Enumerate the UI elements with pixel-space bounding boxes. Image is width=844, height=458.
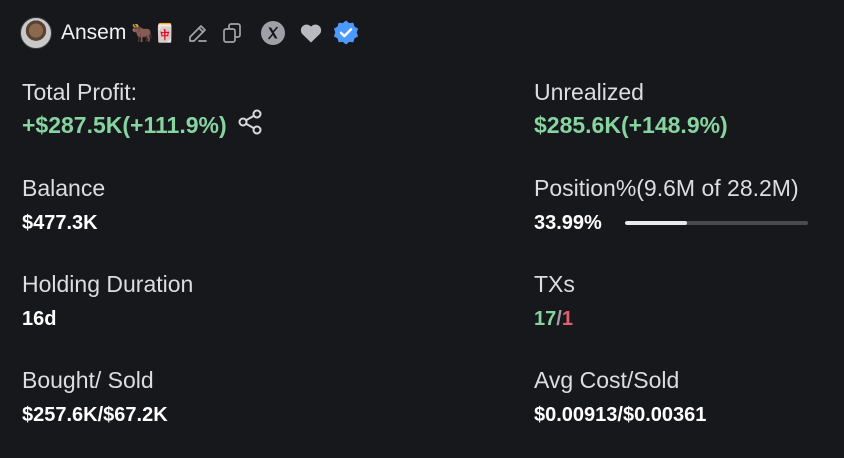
holding-duration-label: Holding Duration (22, 271, 194, 297)
verified-badge-icon (332, 19, 360, 47)
copy-icon[interactable] (220, 21, 244, 45)
balance-stat: Balance $477.3K (22, 174, 322, 236)
position-label: Position%(9.6M of 28.2M) (534, 175, 799, 201)
edit-icon[interactable] (186, 21, 210, 45)
avatar[interactable] (20, 17, 52, 49)
position-value: 33.99% (534, 212, 602, 234)
bought-sold-value: $257.6K/$67.2K (22, 404, 168, 426)
avg-cost-sold-label: Avg Cost/Sold (534, 367, 680, 393)
txs-label: TXs (534, 271, 575, 297)
position-progress-fill (624, 221, 688, 225)
avg-cost-sold-value: $0.00913/$0.00361 (534, 404, 707, 426)
x-logo-icon[interactable] (260, 20, 286, 46)
holding-duration-value: 16d (22, 308, 57, 330)
heart-icon[interactable] (299, 22, 323, 44)
position-stat: Position%(9.6M of 28.2M) 33.99% (534, 174, 834, 236)
txs-stat: TXs 17/1 (534, 270, 834, 332)
unrealized-label: Unrealized (534, 79, 644, 105)
holding-duration-stat: Holding Duration 16d (22, 270, 322, 332)
user-name[interactable]: Ansem (61, 21, 126, 45)
bought-sold-stat: Bought/ Sold $257.6K/$67.2K (22, 366, 322, 428)
txs-sells: 1 (561, 308, 573, 330)
total-profit-label: Total Profit: (22, 79, 138, 105)
total-profit-stat: Total Profit: +$287.5K(+111.9%) (22, 78, 322, 138)
balance-label: Balance (22, 175, 106, 201)
unrealized-value: $285.6K(+148.9%) (534, 112, 728, 138)
balance-value: $477.3K (22, 212, 98, 234)
avg-cost-sold-stat: Avg Cost/Sold $0.00913/$0.00361 (534, 366, 834, 428)
total-profit-value: +$287.5K(+111.9%) (22, 112, 227, 138)
unrealized-stat: Unrealized $285.6K(+148.9%) (534, 78, 834, 138)
profile-header: Ansem 🐂🀄 (20, 15, 360, 51)
txs-value: 17/1 (534, 306, 834, 332)
txs-buys: 17 (534, 308, 557, 330)
user-emojis: 🐂🀄 (131, 22, 177, 44)
bought-sold-label: Bought/ Sold (22, 367, 154, 393)
share-icon[interactable] (235, 107, 265, 137)
position-progress-bar (624, 221, 808, 225)
